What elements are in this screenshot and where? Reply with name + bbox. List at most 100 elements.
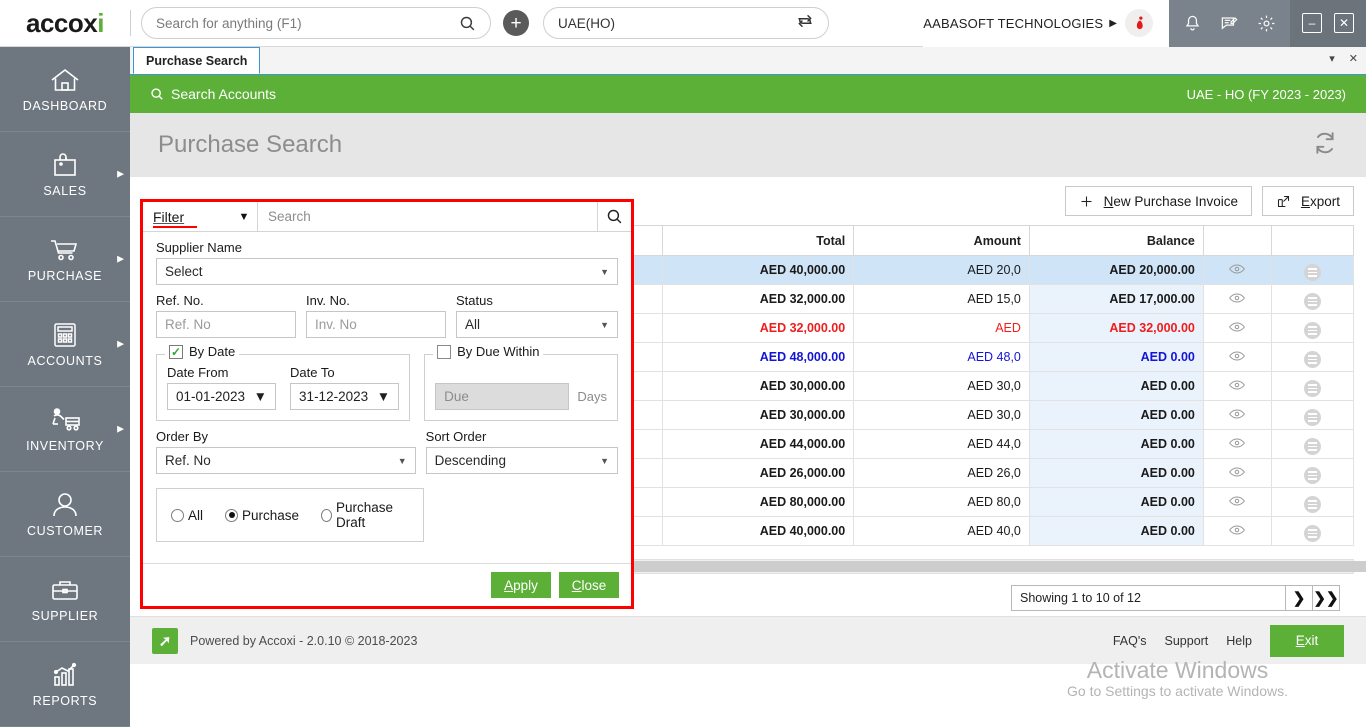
minimize-button[interactable]: – — [1302, 13, 1322, 33]
switch-branch-icon[interactable] — [796, 12, 814, 34]
cell-total: AED 30,000.00 — [663, 372, 854, 401]
ref-no-input[interactable] — [156, 311, 296, 338]
next-page-button[interactable]: ❯ — [1286, 585, 1313, 611]
date-from-picker[interactable]: 01-01-2023 ▼ — [167, 383, 276, 410]
chevron-right-icon: ▶ — [117, 254, 124, 265]
order-by-select[interactable]: Ref. No ▼ — [156, 447, 416, 474]
new-purchase-invoice-button[interactable]: New Purchase Invoice — [1065, 186, 1252, 216]
sidebar-item-reports[interactable]: REPORTS — [0, 642, 130, 727]
tab-dropdown-icon[interactable]: ▾ — [1329, 52, 1335, 65]
row-menu-icon[interactable] — [1272, 488, 1354, 517]
cell-balance: AED 0.00 — [1029, 488, 1203, 517]
sidebar-item-inventory[interactable]: INVENTORY ▶ — [0, 387, 130, 472]
sidebar-item-supplier[interactable]: SUPPLIER — [0, 557, 130, 642]
gear-icon[interactable] — [1257, 14, 1276, 33]
view-icon[interactable] — [1203, 285, 1271, 314]
by-due-header[interactable]: By Due Within — [433, 344, 543, 359]
sidebar-item-sales[interactable]: SALES ▶ — [0, 132, 130, 217]
view-icon[interactable] — [1203, 372, 1271, 401]
row-menu-icon[interactable] — [1272, 401, 1354, 430]
refresh-icon[interactable] — [1312, 130, 1338, 161]
radio-all[interactable]: All — [171, 508, 203, 523]
search-accounts-bar: Search Accounts UAE - HO (FY 2023 - 2023… — [130, 75, 1366, 113]
avatar[interactable] — [1125, 9, 1153, 37]
radio-purchase[interactable]: Purchase — [225, 508, 299, 523]
chevron-right-icon[interactable]: ▶ — [1109, 18, 1117, 29]
row-menu-icon[interactable] — [1272, 372, 1354, 401]
global-search[interactable] — [141, 7, 491, 39]
search-input[interactable] — [156, 16, 459, 31]
order-by-value: Ref. No — [165, 453, 211, 468]
row-menu-icon[interactable] — [1272, 430, 1354, 459]
col-total[interactable]: Total — [663, 226, 854, 256]
tab-purchase-search[interactable]: Purchase Search — [133, 47, 260, 74]
view-icon[interactable] — [1203, 459, 1271, 488]
support-link[interactable]: Support — [1165, 634, 1209, 648]
sort-order-select[interactable]: Descending ▼ — [426, 447, 618, 474]
sidebar-item-dashboard[interactable]: DASHBOARD — [0, 47, 130, 132]
row-menu-icon[interactable] — [1272, 285, 1354, 314]
fiscal-context: UAE - HO (FY 2023 - 2023) — [1187, 87, 1346, 102]
close-button[interactable]: ✕ — [1334, 13, 1354, 33]
shopping-bag-icon — [49, 151, 81, 179]
filter-search-input[interactable] — [268, 209, 587, 224]
due-input[interactable]: Due — [435, 383, 569, 410]
search-accounts-left[interactable]: Search Accounts — [150, 86, 276, 102]
view-icon[interactable] — [1203, 314, 1271, 343]
row-menu-icon[interactable] — [1272, 314, 1354, 343]
add-new-button[interactable]: + — [503, 10, 529, 36]
bell-icon[interactable] — [1183, 14, 1202, 33]
message-icon[interactable] — [1220, 14, 1239, 33]
search-icon — [150, 87, 164, 101]
col-amount[interactable]: Amount — [854, 226, 1030, 256]
footer-links: FAQ's Support Help Exit — [1113, 625, 1344, 657]
sidebar-item-accounts[interactable]: ACCOUNTS ▶ — [0, 302, 130, 387]
exit-button[interactable]: Exit — [1270, 625, 1344, 657]
apply-button[interactable]: Apply — [491, 572, 551, 598]
row-menu-icon[interactable] — [1272, 459, 1354, 488]
view-icon[interactable] — [1203, 256, 1271, 285]
export-icon — [1276, 194, 1291, 209]
filter-toggle[interactable]: Filter — [143, 202, 231, 231]
filter-search-button[interactable] — [597, 202, 631, 231]
date-to-picker[interactable]: 31-12-2023 ▼ — [290, 383, 399, 410]
faq-link[interactable]: FAQ's — [1113, 634, 1147, 648]
help-link[interactable]: Help — [1226, 634, 1252, 648]
filter-search-field[interactable] — [257, 202, 597, 231]
cell-total: AED 30,000.00 — [663, 401, 854, 430]
company-name: AABASOFT TECHNOLOGIES — [923, 16, 1103, 31]
close-button[interactable]: Close — [559, 572, 619, 598]
view-icon[interactable] — [1203, 488, 1271, 517]
cell-total: AED 48,000.00 — [663, 343, 854, 372]
top-bar: accoxi + UAE(HO) AABASOFT TECHNOLOGIES ▶ — [0, 0, 1366, 47]
export-button[interactable]: Export — [1262, 186, 1354, 216]
search-icon[interactable] — [459, 15, 476, 32]
view-icon[interactable] — [1203, 430, 1271, 459]
last-page-button[interactable]: ❯❯ — [1313, 585, 1340, 611]
filter-caret-icon[interactable]: ▼ — [231, 202, 257, 231]
sidebar-item-label: DASHBOARD — [23, 99, 108, 113]
by-due-within-checkbox[interactable] — [437, 345, 451, 359]
inv-no-input[interactable] — [306, 311, 446, 338]
supplier-name-select[interactable]: Select ▼ — [156, 258, 618, 285]
by-date-header[interactable]: ✓ By Date — [165, 344, 239, 359]
page-title: Purchase Search — [158, 131, 342, 159]
tab-close-icon[interactable]: ✕ — [1349, 52, 1358, 65]
status-select[interactable]: All ▼ — [456, 311, 618, 338]
branch-selector[interactable]: UAE(HO) — [543, 7, 829, 39]
col-balance[interactable]: Balance — [1029, 226, 1203, 256]
view-icon[interactable] — [1203, 517, 1271, 546]
row-menu-icon[interactable] — [1272, 343, 1354, 372]
sidebar-item-purchase[interactable]: PURCHASE ▶ — [0, 217, 130, 302]
row-menu-icon[interactable] — [1272, 517, 1354, 546]
radio-purchase-draft[interactable]: Purchase Draft — [321, 500, 409, 530]
sidebar-item-label: CUSTOMER — [27, 524, 103, 538]
view-icon[interactable] — [1203, 343, 1271, 372]
company-area[interactable]: AABASOFT TECHNOLOGIES ▶ — [923, 0, 1169, 47]
by-date-checkbox[interactable]: ✓ — [169, 345, 183, 359]
view-icon[interactable] — [1203, 401, 1271, 430]
window-controls: – ✕ — [1290, 0, 1366, 47]
row-menu-icon[interactable] — [1272, 256, 1354, 285]
sidebar-item-customer[interactable]: CUSTOMER — [0, 472, 130, 557]
filter-row-sorting: Order By Ref. No ▼ Sort Order Descending… — [156, 429, 618, 474]
